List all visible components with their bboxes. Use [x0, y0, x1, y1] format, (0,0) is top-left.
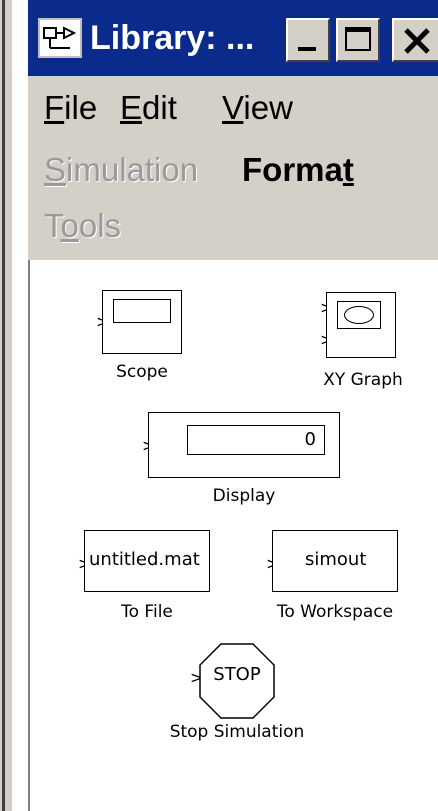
menu-format-mnemonic: t — [342, 151, 354, 188]
stop-text: STOP — [213, 664, 261, 685]
scope-label: Scope — [116, 362, 168, 382]
scope-block-body[interactable] — [102, 290, 182, 354]
display-label: Display — [212, 486, 276, 506]
library-canvas[interactable]: > Scope > > XY Graph > 0 — [28, 260, 438, 811]
menu-file-mnemonic: F — [44, 89, 65, 126]
xy-graph-block-body[interactable] — [326, 292, 396, 358]
menu-file[interactable]: File — [44, 88, 97, 128]
to-workspace-label: To Workspace — [276, 602, 394, 622]
menu-view[interactable]: View — [222, 88, 293, 128]
xy-graph-screen-icon — [337, 301, 381, 329]
menu-simulation[interactable]: Simulation — [44, 150, 198, 190]
maximize-icon — [345, 27, 371, 51]
close-icon — [404, 28, 430, 54]
to-workspace-block-body[interactable]: simout — [272, 530, 398, 592]
to-file-label: To File — [121, 602, 173, 622]
minimize-icon — [298, 47, 316, 51]
menu-format-label: Forma — [242, 151, 343, 188]
window-title: Library: ... — [90, 19, 255, 57]
display-block-body[interactable]: 0 — [148, 412, 340, 478]
menu-simulation-label: imulation — [66, 151, 199, 188]
block-diagram-icon — [43, 26, 77, 49]
to-file-block-body[interactable]: untitled.mat — [84, 530, 210, 592]
menu-edit-label: dit — [142, 89, 177, 126]
xy-graph-ellipse-icon — [344, 306, 374, 324]
library-window: Library: ... File Edit View Simulation F… — [12, 0, 438, 811]
window-edge-line — [2, 0, 5, 811]
scope-screen-icon — [113, 299, 171, 323]
menu-view-mnemonic: V — [222, 89, 244, 126]
menu-tools-label-end: ols — [78, 207, 122, 244]
title-bar[interactable]: Library: ... — [28, 0, 438, 76]
display-value: 0 — [304, 429, 316, 450]
minimize-button[interactable] — [286, 18, 330, 62]
close-button[interactable] — [392, 18, 438, 62]
menu-edit-mnemonic: E — [120, 89, 143, 126]
xy-graph-label: XY Graph — [323, 370, 403, 390]
simulink-app-icon — [38, 18, 82, 58]
menu-view-label: iew — [243, 89, 293, 126]
menu-edit[interactable]: Edit — [120, 88, 177, 128]
menu-bar: File Edit View Simulation Format Tools — [28, 76, 438, 262]
maximize-button[interactable] — [336, 18, 380, 62]
menu-tools[interactable]: Tools — [44, 206, 121, 246]
menu-tools-label-start: T — [44, 207, 61, 244]
to-workspace-variable: simout — [305, 549, 367, 570]
menu-tools-mnemonic: o — [60, 207, 79, 244]
to-file-filename: untitled.mat — [89, 549, 200, 570]
menu-file-label: ile — [64, 89, 98, 126]
stop-simulation-label: Stop Simulation — [169, 722, 305, 742]
menu-simulation-mnemonic: S — [44, 151, 67, 188]
menu-format[interactable]: Format — [242, 150, 354, 190]
display-readout: 0 — [187, 425, 325, 455]
